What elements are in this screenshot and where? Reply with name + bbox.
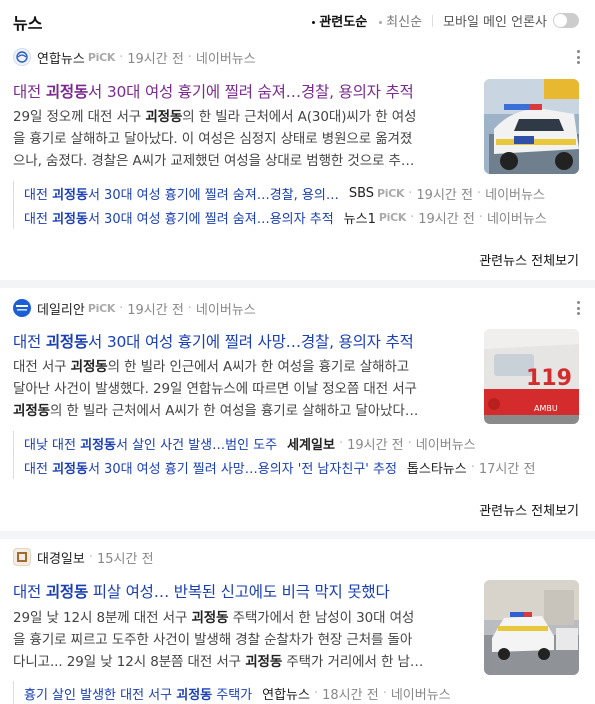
press-name[interactable]: 대경일보 bbox=[37, 548, 85, 567]
news-section-header: 뉴스 관련도순 최신순 모바일 메인 언론사 bbox=[0, 0, 595, 40]
list-item: 흉기 살인 발생한 대전 서구 괴정동 주택가 연합뉴스 · 18시간 전 · … bbox=[14, 681, 583, 704]
related-news-list: 대낮 대전 괴정동서 살인 사건 발생…범인 도주 세계일보 · 19시간 전 … bbox=[13, 431, 583, 479]
related-news-link[interactable]: 대전 괴정동서 30대 여성 흉기에 찔려 숨져…용의자 추적 bbox=[24, 208, 334, 227]
separator: · bbox=[410, 209, 415, 225]
separator: · bbox=[407, 435, 412, 451]
separator: · bbox=[187, 300, 192, 316]
sort-latest-label: 최신순 bbox=[386, 15, 423, 30]
related-press-name[interactable]: SBS bbox=[349, 186, 374, 201]
more-options-icon[interactable] bbox=[576, 50, 580, 64]
dailian-logo-icon[interactable] bbox=[13, 299, 31, 317]
portal-link[interactable]: 네이버뉴스 bbox=[391, 684, 451, 703]
related-news-all-link[interactable]: 관련뉴스 전체보기 bbox=[479, 250, 579, 269]
related-news-link[interactable]: 대전 괴정동서 30대 여성 흉기 찔려 사망…용의자 '전 남자친구' 추정 bbox=[24, 458, 397, 477]
time-ago: 17시간 전 bbox=[478, 461, 536, 477]
time-ago: 15시간 전 bbox=[96, 551, 154, 567]
card-divider bbox=[0, 531, 595, 539]
time-ago: 19시간 전 bbox=[127, 51, 184, 67]
separator: · bbox=[476, 185, 482, 201]
separator: · bbox=[408, 185, 413, 201]
list-item: 대전 괴정동서 30대 여성 흉기에 찔려 숨져…경찰, 용의… SBS PiC… bbox=[14, 181, 583, 205]
related-press-name[interactable]: 연합뉴스 bbox=[262, 684, 310, 703]
sort-latest-option[interactable]: 최신순 bbox=[379, 11, 422, 30]
press-name[interactable]: 데일리안 bbox=[37, 299, 85, 318]
svg-text:119: 119 bbox=[526, 366, 572, 391]
daegyeong-logo-icon[interactable] bbox=[13, 548, 31, 566]
related-press-name[interactable]: 톱스타뉴스 bbox=[407, 458, 467, 477]
mobile-main-press-toggle[interactable] bbox=[553, 13, 579, 28]
pick-badge: PiCK bbox=[378, 210, 407, 224]
svg-text:AMBU: AMBU bbox=[534, 404, 558, 413]
more-options-icon[interactable] bbox=[576, 301, 580, 315]
news-thumbnail[interactable] bbox=[484, 79, 579, 174]
press-info: 연합뉴스 PiCK · 19시간 전 · 네이버뉴스 bbox=[13, 48, 256, 67]
news-summary[interactable]: 29일 낮 12시 8분께 대전 서구 괴정동 주택가에서 한 남성이 30대 … bbox=[13, 607, 471, 673]
list-item: 대낮 대전 괴정동서 살인 사건 발생…범인 도주 세계일보 · 19시간 전 … bbox=[14, 431, 583, 455]
time-ago: 19시간 전 bbox=[416, 187, 473, 203]
news-headline[interactable]: 대전 괴정동서 30대 여성 흉기에 찔려 사망…경찰, 용의자 추적 bbox=[13, 330, 414, 352]
bullet-icon bbox=[379, 21, 383, 24]
divider bbox=[432, 14, 434, 27]
separator: · bbox=[382, 685, 387, 701]
press-info: 데일리안 PiCK · 19시간 전 · 네이버뉴스 bbox=[13, 299, 256, 318]
portal-link[interactable]: 네이버뉴스 bbox=[196, 48, 256, 67]
related-news-link[interactable]: 대전 괴정동서 30대 여성 흉기에 찔려 숨져…경찰, 용의… bbox=[24, 184, 339, 203]
sort-relevance-label: 관련도순 bbox=[319, 15, 368, 30]
news-thumbnail[interactable] bbox=[484, 580, 579, 675]
time-ago: 19시간 전 bbox=[127, 302, 184, 318]
toggle-knob bbox=[554, 14, 567, 27]
pick-badge: PiCK bbox=[87, 301, 116, 315]
portal-link[interactable]: 네이버뉴스 bbox=[196, 299, 256, 318]
related-news-list: 대전 괴정동서 30대 여성 흉기에 찔려 숨져…경찰, 용의… SBS PiC… bbox=[13, 181, 583, 229]
news-summary[interactable]: 대전 서구 괴정동의 한 빌라 인근에서 A씨가 한 여성을 흉기로 살해하고 … bbox=[13, 356, 471, 422]
separator: · bbox=[119, 300, 124, 316]
separator: · bbox=[313, 685, 319, 701]
section-title: 뉴스 bbox=[13, 14, 43, 33]
separator: · bbox=[187, 49, 192, 65]
portal-link[interactable]: 네이버뉴스 bbox=[487, 208, 547, 227]
sort-options: 관련도순 최신순 모바일 메인 언론사 bbox=[312, 11, 579, 30]
related-news-all-link[interactable]: 관련뉴스 전체보기 bbox=[479, 500, 579, 519]
list-item: 대전 괴정동서 30대 여성 흉기에 찔려 숨져…용의자 추적 뉴스1 PiCK… bbox=[14, 205, 583, 229]
portal-link[interactable]: 네이버뉴스 bbox=[485, 184, 545, 203]
separator: · bbox=[470, 459, 475, 475]
separator: · bbox=[478, 209, 483, 225]
related-news-list: 흉기 살인 발생한 대전 서구 괴정동 주택가 연합뉴스 · 18시간 전 · … bbox=[13, 681, 583, 704]
list-item: 대전 괴정동서 30대 여성 흉기 찔려 사망…용의자 '전 남자친구' 추정 … bbox=[14, 455, 583, 479]
time-ago: 19시간 전 bbox=[418, 211, 475, 227]
pick-badge: PiCK bbox=[377, 186, 405, 200]
news-summary[interactable]: 29일 정오께 대전 서구 괴정동의 한 빌라 근처에서 A(30대)씨가 한 … bbox=[13, 106, 471, 172]
news-headline[interactable]: 대전 괴정동서 30대 여성 흉기에 찔려 숨져…경찰, 용의자 추적 bbox=[13, 80, 414, 102]
card-divider bbox=[0, 280, 595, 288]
mobile-main-press-label: 모바일 메인 언론사 bbox=[443, 15, 547, 30]
pick-badge: PiCK bbox=[87, 50, 116, 64]
time-ago: 18시간 전 bbox=[322, 687, 379, 703]
press-info: 대경일보 · 15시간 전 bbox=[13, 548, 154, 567]
news-thumbnail[interactable]: 119 AMBU bbox=[484, 329, 579, 424]
related-press-name[interactable]: 세계일보 bbox=[287, 434, 335, 453]
separator: · bbox=[338, 435, 344, 451]
separator: · bbox=[88, 549, 93, 565]
related-news-link[interactable]: 흉기 살인 발생한 대전 서구 괴정동 주택가 bbox=[24, 684, 252, 703]
related-news-link[interactable]: 대낮 대전 괴정동서 살인 사건 발생…범인 도주 bbox=[24, 434, 277, 453]
portal-link[interactable]: 네이버뉴스 bbox=[416, 434, 476, 453]
time-ago: 19시간 전 bbox=[347, 437, 404, 453]
sort-relevance-option[interactable]: 관련도순 bbox=[312, 11, 367, 30]
separator: · bbox=[119, 49, 124, 65]
press-name[interactable]: 연합뉴스 bbox=[37, 48, 85, 67]
bullet-icon bbox=[312, 21, 316, 24]
related-press-name[interactable]: 뉴스1 bbox=[344, 208, 376, 227]
news-headline[interactable]: 대전 괴정동 피살 여성… 반복된 신고에도 비극 막지 못했다 bbox=[13, 580, 390, 602]
yonhap-logo-icon[interactable] bbox=[13, 48, 31, 66]
